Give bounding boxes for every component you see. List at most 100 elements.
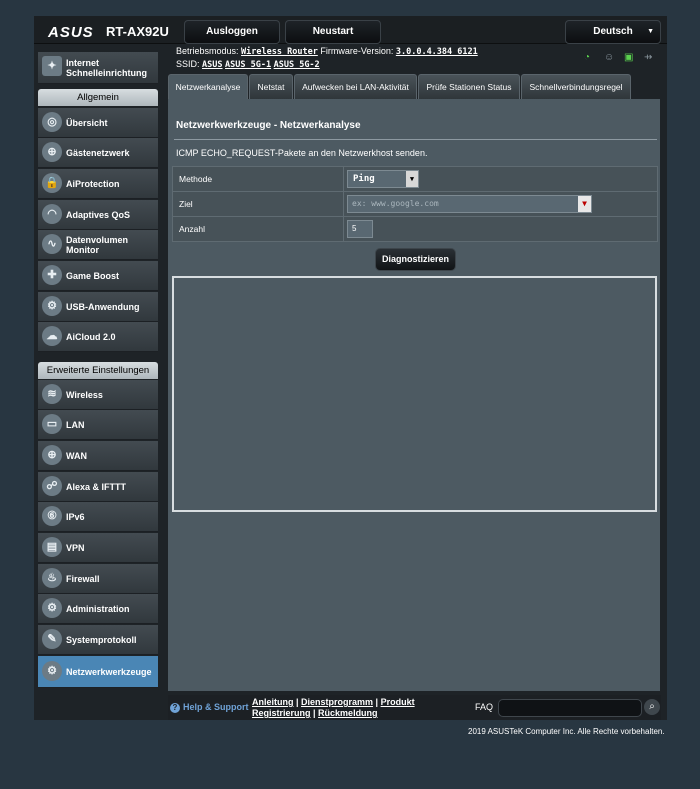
wan-status-icon[interactable]: ◔	[584, 53, 596, 63]
help-support-link[interactable]: ? Help & Support	[170, 702, 249, 713]
sidebar-item-label: Datenvolumen Monitor	[66, 234, 129, 255]
sidebar-item-label: Wireless	[66, 389, 103, 400]
result-textarea[interactable]	[172, 276, 657, 512]
quick-setup-item[interactable]: ✦ Internet Schnelleinrichtung	[38, 52, 158, 84]
sidebar-item-firewall[interactable]: ♨ Firewall	[38, 564, 158, 594]
chevron-down-icon: ▼	[406, 171, 418, 187]
tab-station-status[interactable]: Prüfe Stationen Status	[418, 74, 520, 99]
advanced-header: Erweiterte Einstellungen	[38, 362, 158, 379]
overview-icon: ◎	[42, 112, 62, 132]
quick-setup-label: Internet Schnelleinrichtung	[66, 57, 148, 78]
usb-icon[interactable]: ⇸	[644, 53, 656, 63]
sidebar-item-game-boost[interactable]: ✚ Game Boost	[38, 261, 158, 291]
sidebar-item-wan[interactable]: ⊕ WAN	[38, 441, 158, 471]
logout-button[interactable]: Ausloggen	[184, 20, 280, 44]
reboot-button[interactable]: Neustart	[285, 20, 381, 44]
ssid-link[interactable]: ASUS_5G-2	[274, 60, 320, 70]
help-icon: ?	[170, 703, 180, 713]
qos-icon: ◠	[42, 204, 62, 224]
diagnose-button[interactable]: Diagnostizieren	[375, 248, 456, 271]
asus-logo: ASUS	[48, 24, 94, 41]
info-line-2: SSID: ASUS ASUS_5G-1 ASUS_5G-2	[176, 59, 320, 70]
page-description: ICMP ECHO_REQUEST-Pakete an den Netzwerk…	[176, 148, 428, 158]
lan-icon: ▭	[42, 414, 62, 434]
ssid-link[interactable]: ASUS	[202, 60, 222, 70]
usb-device-icon[interactable]: ▣	[624, 53, 636, 63]
language-select[interactable]: Deutsch ▼	[565, 20, 661, 44]
sidebar-item-vpn[interactable]: ▤ VPN	[38, 533, 158, 563]
product-registration-link[interactable]: Produkt	[381, 697, 415, 707]
clients-icon[interactable]: ☺	[604, 53, 616, 63]
mode-label: Betriebsmodus:	[176, 46, 239, 56]
method-value: Ping	[353, 174, 375, 184]
target-label: Ziel	[179, 192, 344, 216]
sidebar-item-label: Netzwerkwerkzeuge	[66, 666, 152, 677]
chevron-down-icon[interactable]: ▼	[578, 196, 591, 212]
sidebar-item-label: Alexa & IFTTT	[66, 481, 127, 492]
general-header: Allgemein	[38, 89, 158, 106]
utility-link[interactable]: Dienstprogramm	[301, 697, 373, 707]
gamepad-icon: ✚	[42, 265, 62, 285]
ssid-label: SSID:	[176, 59, 200, 69]
method-select[interactable]: Ping ▼	[347, 170, 419, 188]
count-row: Anzahl	[172, 216, 658, 242]
help-label: Help & Support	[183, 702, 249, 712]
sidebar-item-aiprotection[interactable]: 🔒 AiProtection	[38, 169, 158, 199]
mode-link[interactable]: Wireless Router	[241, 47, 318, 57]
sidebar-item-guest-network[interactable]: ⊕ Gästenetzwerk	[38, 138, 158, 168]
info-line-1: Betriebsmodus: Wireless Router Firmware-…	[176, 46, 478, 57]
admin-icon: ⚙	[42, 598, 62, 618]
sidebar-item-ipv6[interactable]: ⑥ IPv6	[38, 502, 158, 532]
tab-netstat[interactable]: Netstat	[249, 74, 293, 99]
model-name: RT-AX92U	[106, 24, 169, 39]
sidebar-item-network-tools[interactable]: ⚙ Netzwerkwerkzeuge	[38, 656, 158, 688]
faq-search-input[interactable]	[498, 699, 642, 717]
sidebar-item-syslog[interactable]: ✎ Systemprotokoll	[38, 625, 158, 655]
sidebar-item-administration[interactable]: ⚙ Administration	[38, 594, 158, 624]
usb-app-icon: ⚙	[42, 296, 62, 316]
sidebar-item-label: VPN	[66, 542, 85, 553]
network-tools-icon: ⚙	[42, 661, 62, 681]
sidebar-item-lan[interactable]: ▭ LAN	[38, 410, 158, 440]
target-placeholder: ex: www.google.com	[352, 199, 439, 208]
sidebar-item-overview[interactable]: ◎ Übersicht	[38, 108, 158, 138]
sidebar-item-label: Firewall	[66, 573, 100, 584]
sidebar-item-aicloud[interactable]: ☁ AiCloud 2.0	[38, 322, 158, 352]
count-input[interactable]: 5	[347, 220, 373, 238]
sidebar-item-label: WAN	[66, 450, 87, 461]
sidebar-item-label: Gästenetzwerk	[66, 147, 130, 158]
alexa-icon: ☍	[42, 476, 62, 496]
copyright: 2019 ASUSTeK Computer Inc. Alle Rechte v…	[468, 727, 665, 736]
aiprotection-icon: 🔒	[42, 173, 62, 193]
page-title: Netzwerkwerkzeuge - Netzwerkanalyse	[176, 120, 361, 131]
language-label: Deutsch	[593, 26, 633, 37]
wan-globe-icon: ⊕	[42, 445, 62, 465]
tab-smart-connect-rule[interactable]: Schnellverbindungsregel	[521, 74, 631, 99]
firmware-link[interactable]: 3.0.0.4.384_6121	[396, 47, 478, 57]
title-divider	[174, 139, 657, 140]
sidebar-item-qos[interactable]: ◠ Adaptives QoS	[38, 200, 158, 230]
guest-network-icon: ⊕	[42, 142, 62, 162]
sidebar-item-label: Systemprotokoll	[66, 634, 137, 645]
syslog-icon: ✎	[42, 629, 62, 649]
count-label: Anzahl	[179, 217, 344, 241]
manual-link[interactable]: Anleitung	[252, 697, 294, 707]
target-input[interactable]: ex: www.google.com ▼	[347, 195, 592, 213]
tab-wake-on-lan[interactable]: Aufwecken bei LAN-Aktivität	[294, 74, 417, 99]
tab-network-analysis[interactable]: Netzwerkanalyse	[168, 74, 248, 99]
search-icon[interactable]: ⌕	[644, 699, 660, 715]
firewall-icon: ♨	[42, 568, 62, 588]
chevron-down-icon: ▼	[647, 28, 654, 35]
feedback-link[interactable]: Rückmeldung	[318, 708, 378, 718]
sidebar-item-traffic-monitor[interactable]: ∿ Datenvolumen Monitor	[38, 230, 158, 260]
sidebar-item-alexa[interactable]: ☍ Alexa & IFTTT	[38, 472, 158, 502]
sidebar-item-wireless[interactable]: ≋ Wireless	[38, 380, 158, 410]
faq-label: FAQ	[475, 702, 494, 712]
ssid-link[interactable]: ASUS_5G-1	[225, 60, 271, 70]
sidebar-item-usb-app[interactable]: ⚙ USB-Anwendung	[38, 292, 158, 322]
sidebar-item-label: Game Boost	[66, 270, 120, 281]
sidebar-item-label: Administration	[66, 603, 130, 614]
count-value: 5	[352, 224, 357, 233]
product-registration-link[interactable]: Registrierung	[252, 708, 311, 718]
sidebar-item-label: LAN	[66, 419, 85, 430]
